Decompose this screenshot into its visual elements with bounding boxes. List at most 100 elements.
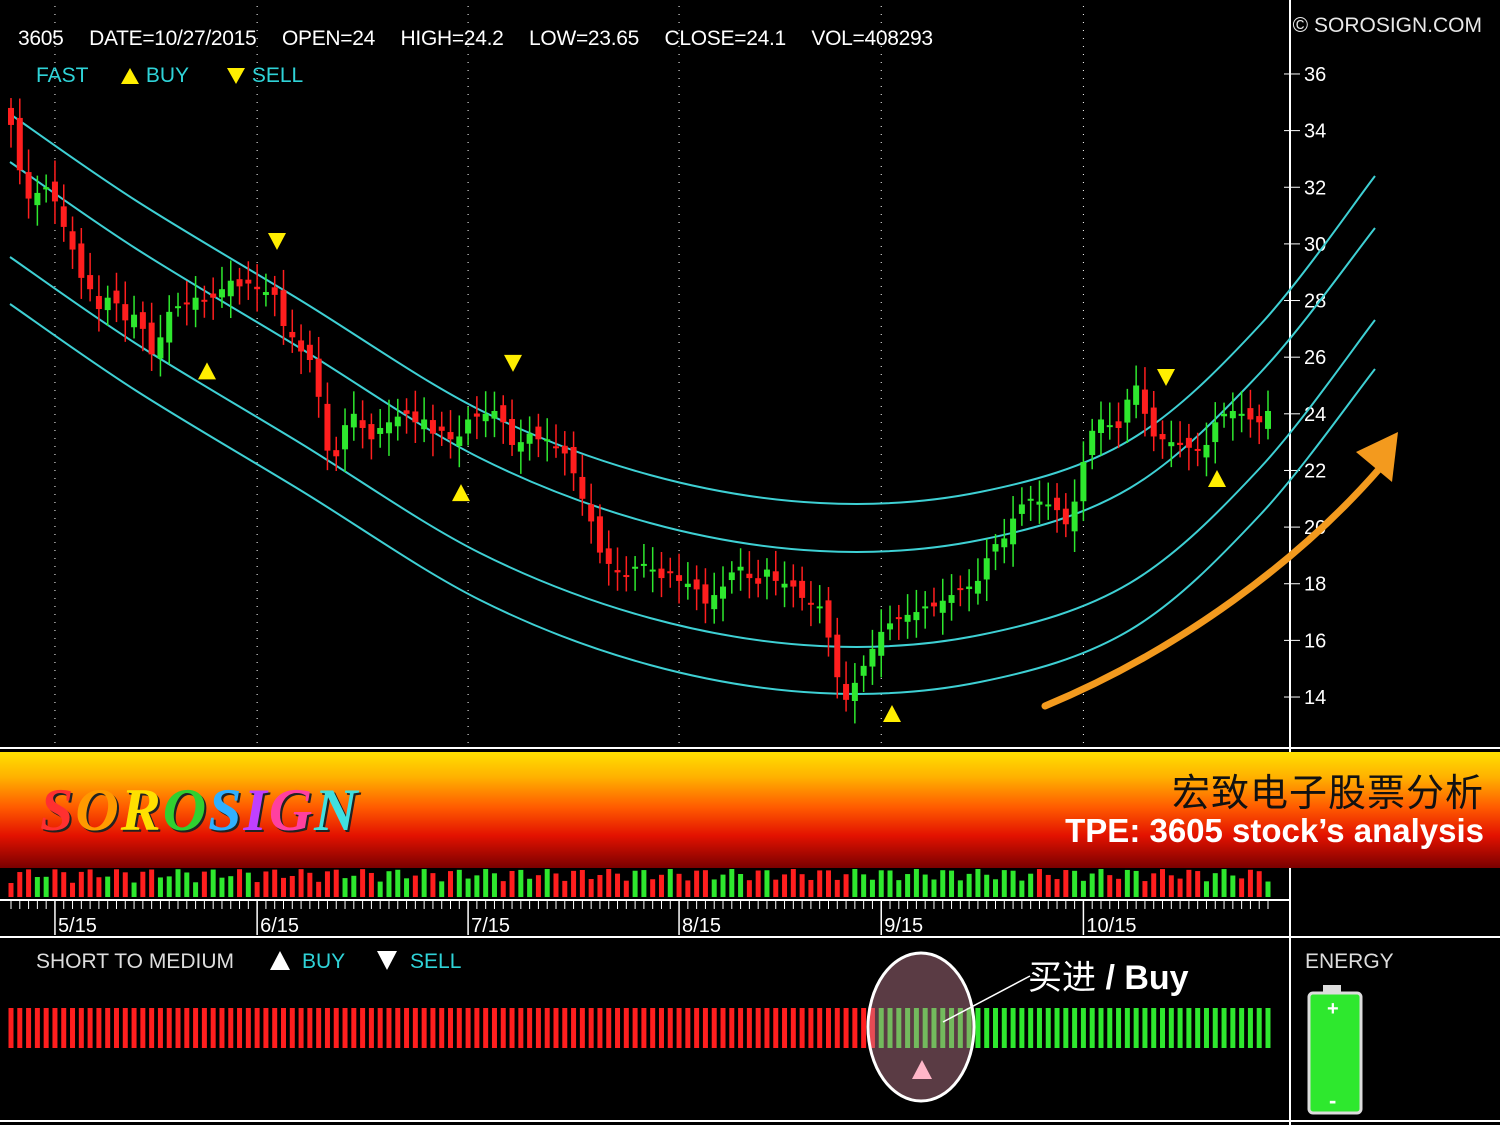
- indicator-bar: [412, 1008, 418, 1048]
- volume-bar: [1124, 869, 1130, 897]
- volume-bar: [597, 874, 603, 897]
- indicator-bar: [483, 1008, 489, 1048]
- indicator-bar: [342, 1008, 348, 1048]
- indicator-bar: [1186, 1008, 1192, 1048]
- candle-body: [1256, 416, 1263, 423]
- indicator-bar: [26, 1008, 32, 1048]
- buy-annotation-cn: 买进: [1028, 959, 1096, 997]
- indicator-bar: [157, 1008, 163, 1048]
- volume-bar: [439, 881, 445, 897]
- candle-body: [878, 631, 885, 656]
- volume-bar: [878, 870, 884, 897]
- indicator-bar: [149, 1008, 155, 1048]
- indicator-bar: [1036, 1008, 1042, 1048]
- candle-body: [69, 231, 76, 250]
- candle-body: [1177, 442, 1184, 445]
- indicator-bar: [623, 1008, 629, 1048]
- volume-bar: [175, 869, 181, 897]
- volume-bar: [834, 879, 840, 897]
- volume-bar: [1107, 875, 1113, 897]
- volume-bar: [720, 874, 726, 897]
- candle-body: [922, 606, 929, 609]
- indicator-bar: [579, 1008, 585, 1048]
- candle-body: [939, 600, 946, 613]
- symbol: 3605: [18, 27, 64, 50]
- candle-body: [755, 578, 762, 584]
- candle-body: [482, 413, 489, 422]
- volume-bar: [773, 879, 779, 897]
- volume-bar: [509, 870, 515, 897]
- indicator-bar: [1116, 1008, 1122, 1048]
- logo-letter: S: [208, 777, 244, 843]
- high: HIGH=24.2: [400, 27, 504, 50]
- candle-body: [34, 192, 41, 206]
- volume-bar: [658, 874, 664, 897]
- volume-bar: [729, 869, 735, 897]
- candle-body: [227, 280, 234, 297]
- candle-body: [860, 665, 867, 676]
- volume-bar: [113, 869, 119, 897]
- indicator-bar: [17, 1008, 23, 1048]
- indicator-bar: [1133, 1008, 1139, 1048]
- volume-bar: [491, 873, 497, 897]
- candle-body: [166, 311, 173, 343]
- volume-bar: [272, 869, 278, 897]
- candle-body: [218, 289, 225, 298]
- indicator-bar: [746, 1008, 752, 1048]
- volume-bar: [500, 881, 506, 897]
- volume-bar: [738, 874, 744, 897]
- volume-bar: [386, 871, 392, 897]
- candle-body: [526, 433, 533, 444]
- indicator-bar: [817, 1008, 823, 1048]
- candle-body: [895, 617, 902, 620]
- indicator-bar: [544, 1008, 550, 1048]
- volume-bar: [808, 879, 814, 897]
- volume-bar: [131, 882, 137, 897]
- volume-bar: [782, 874, 788, 897]
- y-tick-label: 30: [1304, 234, 1326, 256]
- indicator-bar: [245, 1008, 251, 1048]
- candle-body: [385, 422, 392, 434]
- indicator-bar: [825, 1008, 831, 1048]
- volume-bar: [316, 881, 322, 897]
- candle-body: [904, 614, 911, 622]
- volume-bar: [535, 875, 541, 897]
- volume-bar: [140, 871, 146, 897]
- candle-body: [983, 558, 990, 580]
- candle-body: [245, 279, 252, 284]
- indicator-bar: [43, 1008, 49, 1048]
- indicator-bar: [606, 1008, 612, 1048]
- indicator-bar: [782, 1008, 788, 1048]
- candle-body: [210, 293, 217, 298]
- date-tick-label: 8/15: [682, 915, 721, 937]
- candle-body: [570, 446, 577, 474]
- candle-body: [139, 312, 146, 329]
- indicator-bar: [316, 1008, 322, 1048]
- logo-letter: O: [75, 777, 121, 843]
- volume-bar: [263, 871, 269, 897]
- volume-bar: [615, 873, 621, 897]
- candle-body: [1045, 504, 1052, 507]
- indicator-bar: [465, 1008, 471, 1048]
- candle-body: [104, 297, 111, 311]
- candle-body: [1229, 410, 1236, 419]
- volume-bar: [456, 869, 462, 897]
- volume-bar: [975, 869, 981, 897]
- indicator-bar: [219, 1008, 225, 1048]
- open: OPEN=24: [281, 27, 375, 50]
- volume-bar: [1186, 869, 1192, 897]
- indicator-bar: [1098, 1008, 1104, 1048]
- candle-body: [790, 580, 797, 587]
- banner-title-cn: 宏致电子股票分析: [1171, 773, 1484, 815]
- candle-body: [720, 586, 727, 599]
- volume-bar: [34, 877, 40, 897]
- candle-body: [605, 548, 612, 564]
- volume-bar: [527, 878, 533, 897]
- volume-bar: [1054, 879, 1060, 897]
- volume-bar: [1239, 878, 1245, 897]
- indicator-bar: [351, 1008, 357, 1048]
- candle-body: [359, 420, 366, 428]
- indicator-bar: [96, 1008, 102, 1048]
- buy-signal-marker: [883, 705, 901, 723]
- volume-bar: [1177, 878, 1183, 897]
